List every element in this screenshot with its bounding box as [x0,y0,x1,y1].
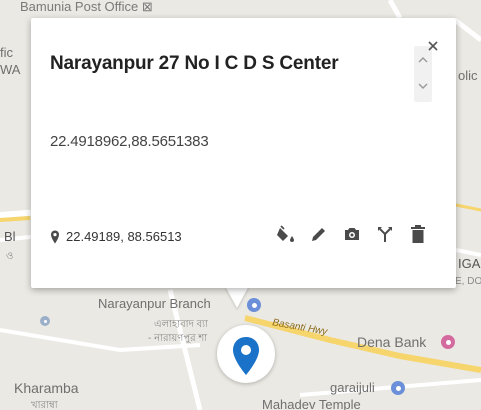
chevron-down-icon[interactable] [417,80,429,92]
location-marker-icon[interactable] [231,336,261,376]
map-label-fragment: WA [0,62,21,77]
infowindow-actions [275,222,429,246]
infowindow-tail [225,286,249,308]
map-label-fragment: ও [6,251,14,262]
place-coordinates: 22.4918962,88.5651383 [50,133,209,150]
chevron-up-icon[interactable] [417,54,429,66]
trash-icon [411,225,425,243]
short-coordinates: 22.49189, 88.56513 [66,229,182,244]
map-label-bengali: খারাম্বা [31,400,58,410]
pencil-icon [312,228,325,241]
map-label-kharamba[interactable]: Kharamba [14,380,79,396]
map-label-garaijuli[interactable]: garaijuli [330,380,375,395]
map-label-dena-bank[interactable]: Dena Bank [357,334,426,350]
style-button[interactable] [275,222,297,246]
edit-button[interactable] [308,222,330,246]
infowindow-scroller[interactable] [414,46,432,102]
routing-icon [378,227,392,242]
map-label-post-office[interactable]: Bamunia Post Office ⊠ [20,0,153,15]
close-icon[interactable] [426,39,440,53]
infowindow-footer: 22.49189, 88.56513 [50,229,182,244]
map-label-fragment: olic [458,68,478,83]
map-label-narayanpur-branch[interactable]: Narayanpur Branch [98,296,211,311]
map-label-mahadev-temple[interactable]: Mahadev Temple [262,397,361,410]
camera-icon [345,228,359,240]
delete-button[interactable] [407,222,429,246]
map-poi-icon[interactable] [40,316,50,326]
location-pin-icon [51,230,59,243]
bank-poi-icon[interactable] [441,335,455,349]
map-poi-icon[interactable] [391,381,405,395]
map-label-fragment: Bl [4,229,16,244]
map-infowindow: Narayanpur 27 No I C D S Center 22.49189… [31,18,456,288]
bank-poi-icon[interactable] [247,298,261,312]
map-label-fragment: IGAI [458,256,481,271]
place-title: Narayanpur 27 No I C D S Center [50,53,339,74]
map-label-fragment: fic [0,45,13,60]
map-label-bengali: - নারায়ণপুর শা [148,333,208,344]
directions-button[interactable] [374,222,396,246]
paint-bucket-icon [277,225,294,242]
photo-button[interactable] [341,222,363,246]
